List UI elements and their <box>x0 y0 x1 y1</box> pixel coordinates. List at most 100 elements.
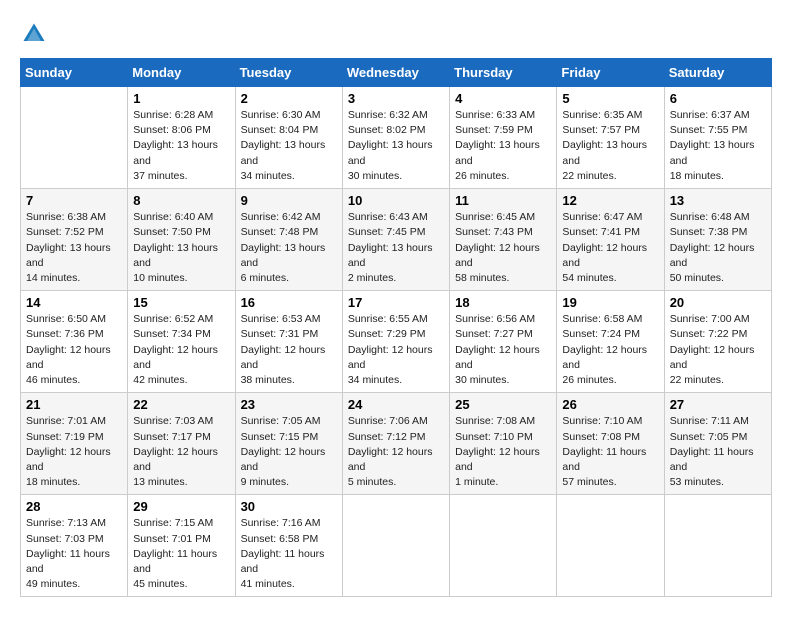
day-info: Sunrise: 6:56 AMSunset: 7:27 PMDaylight:… <box>455 312 551 388</box>
calendar-cell: 14 Sunrise: 6:50 AMSunset: 7:36 PMDayligh… <box>21 291 128 393</box>
day-number: 10 <box>348 193 444 208</box>
day-number: 25 <box>455 397 551 412</box>
day-number: 18 <box>455 295 551 310</box>
day-number: 17 <box>348 295 444 310</box>
week-row-5: 28 Sunrise: 7:13 AMSunset: 7:03 PMDayligh… <box>21 495 772 597</box>
day-number: 26 <box>562 397 658 412</box>
week-row-3: 14 Sunrise: 6:50 AMSunset: 7:36 PMDayligh… <box>21 291 772 393</box>
day-number: 24 <box>348 397 444 412</box>
calendar-cell <box>450 495 557 597</box>
day-info: Sunrise: 6:42 AMSunset: 7:48 PMDaylight:… <box>241 210 337 286</box>
calendar-table: SundayMondayTuesdayWednesdayThursdayFrid… <box>20 58 772 597</box>
day-number: 8 <box>133 193 229 208</box>
day-info: Sunrise: 7:13 AMSunset: 7:03 PMDaylight:… <box>26 516 122 592</box>
calendar-cell: 9 Sunrise: 6:42 AMSunset: 7:48 PMDaylight… <box>235 189 342 291</box>
day-info: Sunrise: 7:05 AMSunset: 7:15 PMDaylight:… <box>241 414 337 490</box>
calendar-cell: 22 Sunrise: 7:03 AMSunset: 7:17 PMDayligh… <box>128 393 235 495</box>
calendar-cell: 21 Sunrise: 7:01 AMSunset: 7:19 PMDayligh… <box>21 393 128 495</box>
calendar-cell: 25 Sunrise: 7:08 AMSunset: 7:10 PMDayligh… <box>450 393 557 495</box>
page-header <box>20 20 772 48</box>
day-info: Sunrise: 6:33 AMSunset: 7:59 PMDaylight:… <box>455 108 551 184</box>
day-info: Sunrise: 6:50 AMSunset: 7:36 PMDaylight:… <box>26 312 122 388</box>
day-info: Sunrise: 6:47 AMSunset: 7:41 PMDaylight:… <box>562 210 658 286</box>
column-header-thursday: Thursday <box>450 59 557 87</box>
day-info: Sunrise: 6:55 AMSunset: 7:29 PMDaylight:… <box>348 312 444 388</box>
calendar-cell: 23 Sunrise: 7:05 AMSunset: 7:15 PMDayligh… <box>235 393 342 495</box>
week-row-2: 7Sunrise: 6:38 AMSunset: 7:52 PMDaylight… <box>21 189 772 291</box>
column-header-wednesday: Wednesday <box>342 59 449 87</box>
day-info: Sunrise: 7:11 AMSunset: 7:05 PMDaylight:… <box>670 414 766 490</box>
day-info: Sunrise: 7:08 AMSunset: 7:10 PMDaylight:… <box>455 414 551 490</box>
calendar-cell: 16Sunrise: 6:53 AMSunset: 7:31 PMDayligh… <box>235 291 342 393</box>
calendar-cell: 8 Sunrise: 6:40 AMSunset: 7:50 PMDaylight… <box>128 189 235 291</box>
calendar-cell <box>664 495 771 597</box>
column-header-monday: Monday <box>128 59 235 87</box>
day-number: 9 <box>241 193 337 208</box>
day-number: 22 <box>133 397 229 412</box>
day-info: Sunrise: 6:40 AMSunset: 7:50 PMDaylight:… <box>133 210 229 286</box>
calendar-cell: 11 Sunrise: 6:45 AMSunset: 7:43 PMDayligh… <box>450 189 557 291</box>
calendar-cell: 12Sunrise: 6:47 AMSunset: 7:41 PMDayligh… <box>557 189 664 291</box>
day-number: 14 <box>26 295 122 310</box>
week-row-1: 1 Sunrise: 6:28 AMSunset: 8:06 PMDaylight… <box>21 87 772 189</box>
calendar-cell: 29Sunrise: 7:15 AMSunset: 7:01 PMDayligh… <box>128 495 235 597</box>
calendar-cell: 3 Sunrise: 6:32 AMSunset: 8:02 PMDaylight… <box>342 87 449 189</box>
calendar-cell: 27 Sunrise: 7:11 AMSunset: 7:05 PMDayligh… <box>664 393 771 495</box>
calendar-cell: 5 Sunrise: 6:35 AMSunset: 7:57 PMDaylight… <box>557 87 664 189</box>
day-number: 20 <box>670 295 766 310</box>
day-info: Sunrise: 6:52 AMSunset: 7:34 PMDaylight:… <box>133 312 229 388</box>
day-info: Sunrise: 6:37 AMSunset: 7:55 PMDaylight:… <box>670 108 766 184</box>
day-info: Sunrise: 6:30 AMSunset: 8:04 PMDaylight:… <box>241 108 337 184</box>
day-info: Sunrise: 6:28 AMSunset: 8:06 PMDaylight:… <box>133 108 229 184</box>
calendar-cell: 10 Sunrise: 6:43 AMSunset: 7:45 PMDayligh… <box>342 189 449 291</box>
column-header-saturday: Saturday <box>664 59 771 87</box>
calendar-cell: 1 Sunrise: 6:28 AMSunset: 8:06 PMDaylight… <box>128 87 235 189</box>
calendar-cell: 26Sunrise: 7:10 AMSunset: 7:08 PMDayligh… <box>557 393 664 495</box>
logo-icon <box>20 20 48 48</box>
day-number: 4 <box>455 91 551 106</box>
day-number: 16 <box>241 295 337 310</box>
day-info: Sunrise: 6:45 AMSunset: 7:43 PMDaylight:… <box>455 210 551 286</box>
day-headers-row: SundayMondayTuesdayWednesdayThursdayFrid… <box>21 59 772 87</box>
day-info: Sunrise: 7:00 AMSunset: 7:22 PMDaylight:… <box>670 312 766 388</box>
calendar-cell <box>557 495 664 597</box>
day-number: 23 <box>241 397 337 412</box>
day-number: 19 <box>562 295 658 310</box>
day-number: 15 <box>133 295 229 310</box>
day-info: Sunrise: 7:16 AMSunset: 6:58 PMDaylight:… <box>241 516 337 592</box>
day-info: Sunrise: 7:01 AMSunset: 7:19 PMDaylight:… <box>26 414 122 490</box>
day-number: 5 <box>562 91 658 106</box>
calendar-cell: 13 Sunrise: 6:48 AMSunset: 7:38 PMDayligh… <box>664 189 771 291</box>
calendar-cell <box>342 495 449 597</box>
day-number: 29 <box>133 499 229 514</box>
calendar-cell: 30Sunrise: 7:16 AMSunset: 6:58 PMDayligh… <box>235 495 342 597</box>
day-number: 3 <box>348 91 444 106</box>
day-info: Sunrise: 7:06 AMSunset: 7:12 PMDaylight:… <box>348 414 444 490</box>
day-number: 27 <box>670 397 766 412</box>
day-number: 11 <box>455 193 551 208</box>
calendar-cell: 20 Sunrise: 7:00 AMSunset: 7:22 PMDayligh… <box>664 291 771 393</box>
day-number: 2 <box>241 91 337 106</box>
column-header-friday: Friday <box>557 59 664 87</box>
calendar-cell: 17 Sunrise: 6:55 AMSunset: 7:29 PMDayligh… <box>342 291 449 393</box>
logo <box>20 20 52 48</box>
day-info: Sunrise: 6:38 AMSunset: 7:52 PMDaylight:… <box>26 210 122 286</box>
calendar-cell: 24 Sunrise: 7:06 AMSunset: 7:12 PMDayligh… <box>342 393 449 495</box>
day-info: Sunrise: 7:03 AMSunset: 7:17 PMDaylight:… <box>133 414 229 490</box>
calendar-cell: 2 Sunrise: 6:30 AMSunset: 8:04 PMDaylight… <box>235 87 342 189</box>
week-row-4: 21 Sunrise: 7:01 AMSunset: 7:19 PMDayligh… <box>21 393 772 495</box>
column-header-sunday: Sunday <box>21 59 128 87</box>
day-number: 13 <box>670 193 766 208</box>
day-info: Sunrise: 6:58 AMSunset: 7:24 PMDaylight:… <box>562 312 658 388</box>
day-info: Sunrise: 6:48 AMSunset: 7:38 PMDaylight:… <box>670 210 766 286</box>
calendar-cell: 28 Sunrise: 7:13 AMSunset: 7:03 PMDayligh… <box>21 495 128 597</box>
calendar-cell <box>21 87 128 189</box>
day-info: Sunrise: 6:32 AMSunset: 8:02 PMDaylight:… <box>348 108 444 184</box>
calendar-cell: 19 Sunrise: 6:58 AMSunset: 7:24 PMDayligh… <box>557 291 664 393</box>
day-info: Sunrise: 6:35 AMSunset: 7:57 PMDaylight:… <box>562 108 658 184</box>
day-info: Sunrise: 6:43 AMSunset: 7:45 PMDaylight:… <box>348 210 444 286</box>
day-number: 21 <box>26 397 122 412</box>
calendar-cell: 15 Sunrise: 6:52 AMSunset: 7:34 PMDayligh… <box>128 291 235 393</box>
day-number: 28 <box>26 499 122 514</box>
day-number: 1 <box>133 91 229 106</box>
